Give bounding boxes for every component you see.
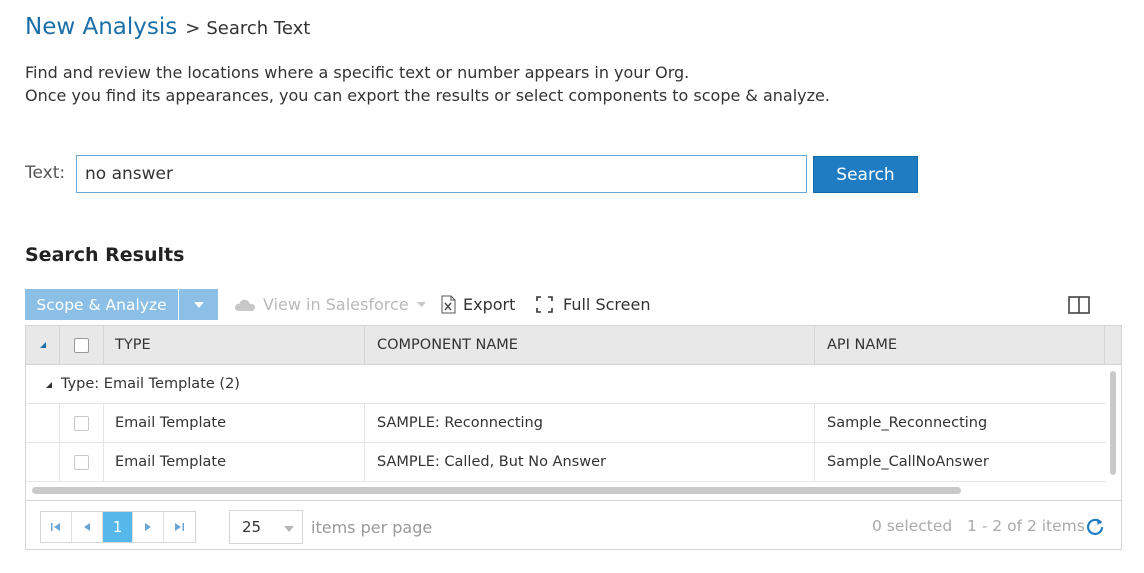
column-header-api-name[interactable]: API NAME xyxy=(815,326,1105,364)
description-line-2: Once you find its appearances, you can e… xyxy=(25,86,830,105)
grid-body: Type: Email Template (2) Email Template … xyxy=(26,365,1121,487)
results-grid: TYPE COMPONENT NAME API NAME Type: Email… xyxy=(25,325,1122,550)
row-spacer xyxy=(26,404,60,442)
description-line-1: Find and review the locations where a sp… xyxy=(25,63,690,82)
table-row[interactable]: Email Template SAMPLE: Reconnecting Samp… xyxy=(26,404,1106,443)
first-page-icon xyxy=(51,523,61,531)
select-all-cell xyxy=(60,326,104,364)
page-size-select[interactable]: 25 xyxy=(229,510,303,544)
results-toolbar: Scope & Analyze View in Salesforce Expor… xyxy=(25,289,1122,321)
breadcrumb-current: Search Text xyxy=(206,18,311,39)
cell-type: Email Template xyxy=(104,443,365,481)
group-row: Type: Email Template (2) xyxy=(26,365,1106,404)
breadcrumb-separator: > xyxy=(185,18,201,39)
previous-page-icon xyxy=(83,523,90,531)
triangle-collapse-icon xyxy=(39,342,46,348)
columns-icon xyxy=(1068,295,1090,314)
view-in-salesforce-button[interactable]: View in Salesforce xyxy=(234,289,426,320)
caret-down-icon xyxy=(193,301,204,308)
column-header-type[interactable]: TYPE xyxy=(104,326,365,364)
column-chooser-button[interactable] xyxy=(1068,289,1090,320)
cell-component-name: SAMPLE: Reconnecting xyxy=(365,404,815,442)
excel-file-icon xyxy=(441,295,456,314)
last-page-button[interactable] xyxy=(164,512,195,542)
breadcrumb: New Analysis > Search Text xyxy=(25,14,310,46)
page-description: Find and review the locations where a sp… xyxy=(25,61,830,107)
export-button[interactable]: Export xyxy=(441,289,515,320)
table-row[interactable]: Email Template SAMPLE: Called, But No An… xyxy=(26,443,1106,482)
grid-header: TYPE COMPONENT NAME API NAME xyxy=(26,326,1121,365)
view-in-salesforce-label: View in Salesforce xyxy=(263,295,409,314)
row-spacer xyxy=(26,443,60,481)
row-checkbox-cell xyxy=(60,443,104,481)
selected-count: 0 selected xyxy=(872,517,953,535)
refresh-icon[interactable] xyxy=(1085,517,1105,541)
text-field-label: Text: xyxy=(25,163,66,183)
next-page-button[interactable] xyxy=(133,512,165,542)
select-all-checkbox[interactable] xyxy=(74,337,89,353)
pager-navigation: 1 xyxy=(40,511,196,543)
cell-api-name: Sample_Reconnecting xyxy=(827,415,988,431)
caret-down-icon xyxy=(284,526,294,532)
first-page-button[interactable] xyxy=(41,512,72,542)
row-checkbox[interactable] xyxy=(74,454,89,470)
collapse-all-button[interactable] xyxy=(26,326,60,364)
previous-page-button[interactable] xyxy=(72,512,103,542)
full-screen-label: Full Screen xyxy=(563,295,651,314)
page-number-button[interactable]: 1 xyxy=(102,512,134,542)
row-checkbox-cell xyxy=(60,404,104,442)
group-collapse-icon[interactable] xyxy=(46,376,52,392)
search-button[interactable]: Search xyxy=(813,156,918,193)
next-page-icon xyxy=(145,523,152,531)
scope-analyze-button[interactable]: Scope & Analyze xyxy=(25,289,178,320)
page-size-label: items per page xyxy=(311,518,433,537)
vertical-scrollbar[interactable] xyxy=(1110,371,1116,475)
scope-analyze-dropdown-button[interactable] xyxy=(179,289,218,320)
export-label: Export xyxy=(463,295,516,314)
group-label: Type: Email Template (2) xyxy=(61,376,240,392)
breadcrumb-new-analysis-link[interactable]: New Analysis xyxy=(25,14,177,40)
column-header-component-name[interactable]: COMPONENT NAME xyxy=(365,326,815,364)
search-text-input[interactable] xyxy=(76,155,807,193)
items-range-info: 1 - 2 of 2 items xyxy=(967,517,1085,535)
cell-api-name: Sample_CallNoAnswer xyxy=(827,454,989,470)
expand-icon xyxy=(536,296,553,313)
cell-component-name: SAMPLE: Called, But No Answer xyxy=(365,443,815,481)
full-screen-button[interactable]: Full Screen xyxy=(536,289,650,320)
search-results-title: Search Results xyxy=(25,244,185,266)
cloud-icon xyxy=(234,298,256,312)
last-page-icon xyxy=(175,523,185,531)
row-checkbox[interactable] xyxy=(74,415,89,431)
grid-pager: 1 25 items per page 0 selected 1 - 2 of … xyxy=(26,500,1121,549)
page-size-value: 25 xyxy=(242,518,262,536)
chevron-down-icon xyxy=(416,302,426,307)
horizontal-scrollbar[interactable] xyxy=(32,487,961,494)
cell-type: Email Template xyxy=(104,404,365,442)
